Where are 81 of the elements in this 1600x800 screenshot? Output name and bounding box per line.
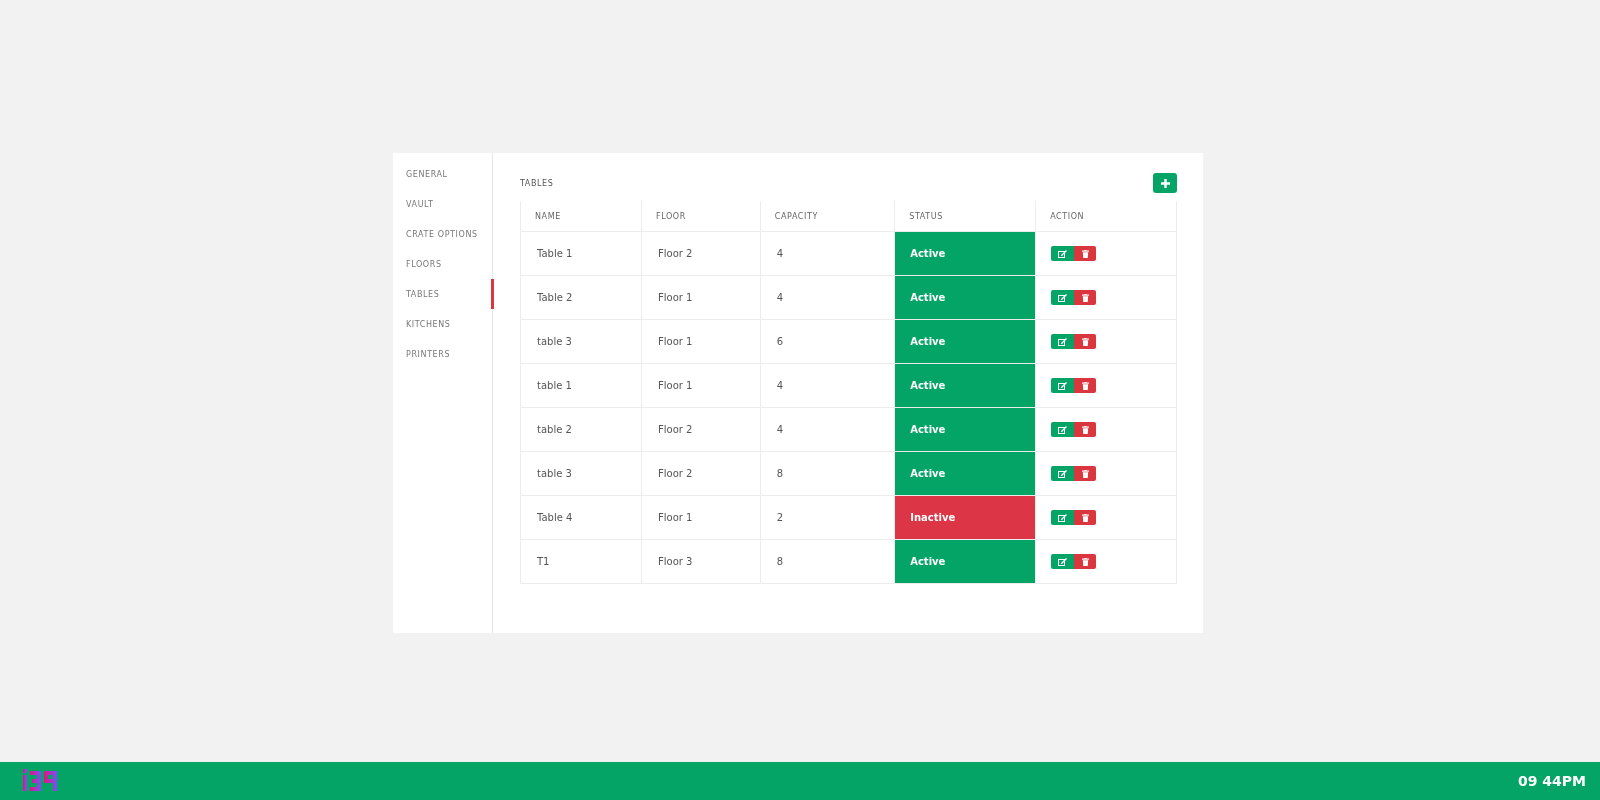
sidebar-item[interactable]: VAULT: [393, 189, 494, 219]
edit-button[interactable]: [1051, 378, 1075, 393]
table-cell: Floor 1: [641, 363, 761, 408]
status-cell: Inactive: [894, 495, 1036, 540]
sidebar-item[interactable]: GENERAL: [393, 159, 494, 189]
table-cell: table 3: [520, 451, 642, 496]
sidebar-item[interactable]: PRINTERS: [393, 339, 494, 369]
delete-button[interactable]: [1074, 554, 1097, 569]
status-cell: Active: [894, 275, 1036, 320]
status-cell: Active: [894, 539, 1036, 584]
table-cell: Table 1: [520, 231, 642, 276]
edit-button[interactable]: [1051, 466, 1075, 481]
table-cell: Floor 2: [641, 407, 761, 452]
trash-icon: [1081, 293, 1089, 302]
sidebar-item[interactable]: CRATE OPTIONS: [393, 219, 494, 249]
delete-button[interactable]: [1074, 246, 1097, 261]
table-cell: Floor 2: [641, 231, 761, 276]
table-cell: table 2: [520, 407, 642, 452]
table-cell: Floor 1: [641, 319, 761, 364]
status-cell: Active: [894, 451, 1036, 496]
edit-icon: [1058, 557, 1068, 566]
edit-button[interactable]: [1051, 554, 1075, 569]
table-cell: table 3: [520, 319, 642, 364]
edit-button[interactable]: [1051, 246, 1075, 261]
edit-icon: [1058, 425, 1068, 434]
trash-icon: [1081, 381, 1089, 390]
sidebar-item[interactable]: FLOORS: [393, 249, 494, 279]
trash-icon: [1081, 513, 1089, 522]
edit-button[interactable]: [1051, 422, 1075, 437]
delete-button[interactable]: [1074, 466, 1097, 481]
table-cell: 8: [760, 539, 895, 584]
status-cell: Active: [894, 363, 1036, 408]
delete-button[interactable]: [1074, 510, 1097, 525]
edit-button[interactable]: [1051, 290, 1075, 305]
trash-icon: [1081, 469, 1089, 478]
sidebar-item[interactable]: KITCHENS: [393, 309, 494, 339]
delete-button[interactable]: [1074, 422, 1097, 437]
column-header: STATUS: [894, 201, 1036, 232]
status-cell: Active: [894, 231, 1036, 276]
trash-icon: [1081, 337, 1089, 346]
column-header: ACTION: [1035, 201, 1177, 232]
delete-button[interactable]: [1074, 290, 1097, 305]
column-header: FLOOR: [641, 201, 761, 232]
section-title: TABLES: [520, 178, 554, 188]
status-cell: Active: [894, 407, 1036, 452]
table-cell: 2: [760, 495, 895, 540]
logo-icon: [23, 769, 59, 793]
edit-icon: [1058, 469, 1068, 478]
table-cell: 8: [760, 451, 895, 496]
table-cell: Table 2: [520, 275, 642, 320]
table-cell: T1: [520, 539, 642, 584]
table-cell: Floor 3: [641, 539, 761, 584]
table-cell: Floor 1: [641, 275, 761, 320]
trash-icon: [1081, 557, 1089, 566]
delete-button[interactable]: [1074, 334, 1097, 349]
table-cell: 4: [760, 275, 895, 320]
edit-button[interactable]: [1051, 510, 1075, 525]
table-cell: 4: [760, 407, 895, 452]
plus-icon: [1160, 178, 1170, 188]
table-cell: Table 4: [520, 495, 642, 540]
table-cell: 4: [760, 231, 895, 276]
delete-button[interactable]: [1074, 378, 1097, 393]
column-header: NAME: [520, 201, 642, 232]
sidebar-item[interactable]: TABLES: [393, 279, 494, 309]
trash-icon: [1081, 425, 1089, 434]
edit-button[interactable]: [1051, 334, 1075, 349]
table-cell: table 1: [520, 363, 642, 408]
table-cell: Floor 2: [641, 451, 761, 496]
status-cell: Active: [894, 319, 1036, 364]
edit-icon: [1058, 381, 1068, 390]
edit-icon: [1058, 249, 1068, 258]
table-cell: 4: [760, 363, 895, 408]
clock-time: 09 44PM: [1517, 773, 1586, 789]
column-header: CAPACITY: [760, 201, 895, 232]
edit-icon: [1058, 513, 1068, 522]
table-cell: Floor 1: [641, 495, 761, 540]
trash-icon: [1081, 249, 1089, 258]
edit-icon: [1058, 293, 1068, 302]
table-cell: 6: [760, 319, 895, 364]
edit-icon: [1058, 337, 1068, 346]
add-button[interactable]: [1153, 173, 1177, 193]
